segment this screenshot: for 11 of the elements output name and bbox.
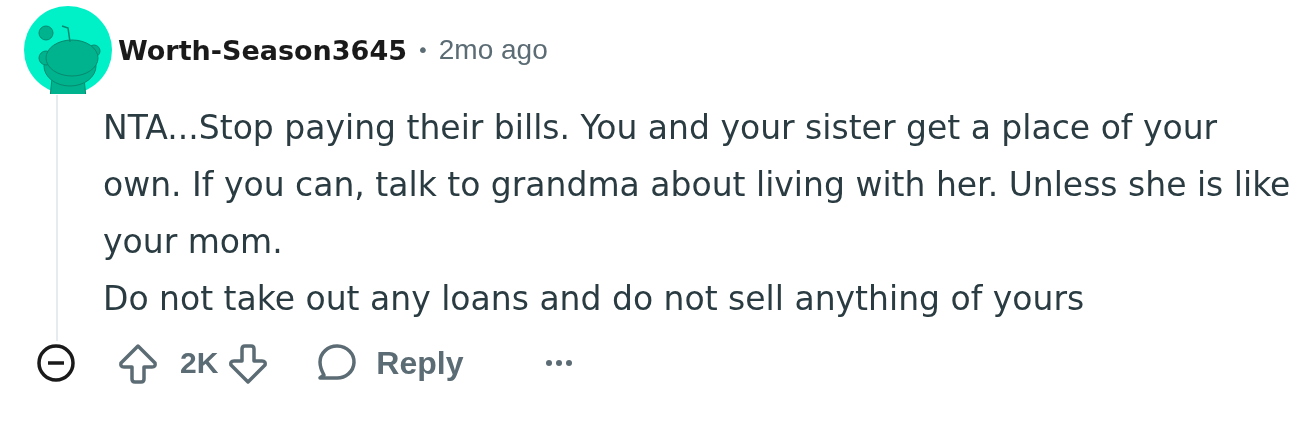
collapse-button[interactable]	[36, 343, 76, 383]
separator-dot: •	[417, 38, 429, 62]
reply-button[interactable]: Reply	[314, 341, 464, 385]
avatar-icon	[24, 6, 112, 94]
username[interactable]: Worth-Season3645	[118, 34, 407, 66]
comment-text: NTA...Stop paying their bills. You and your sister get a place of your own. If you can, talk to grandma about living with her. Unless she is like your mom.	[103, 107, 1292, 263]
vote-count: 2K	[180, 346, 219, 380]
timestamp: 2mo ago	[438, 34, 548, 66]
comment-text: Do not take out any loans and do not sell anything of yours	[103, 278, 1086, 320]
upvote-button[interactable]	[116, 341, 160, 385]
more-options-button[interactable]	[543, 358, 574, 368]
